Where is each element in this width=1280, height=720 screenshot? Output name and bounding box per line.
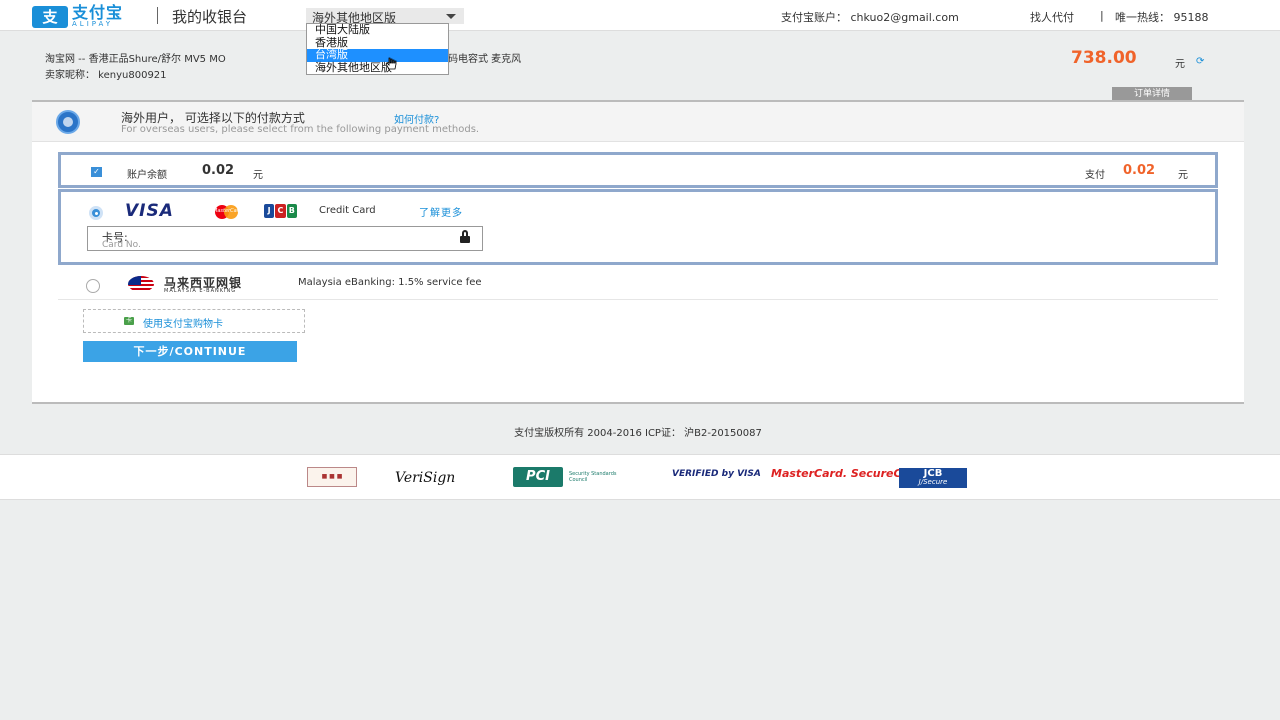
balance-label: 账户余额: [127, 170, 167, 181]
shopping-card-label: 使用支付宝购物卡: [143, 319, 223, 330]
mastercard-logo-text: MasterCard: [213, 208, 242, 214]
pay-amount: 0.02: [1123, 163, 1156, 178]
card-number-input[interactable]: 卡号: Card No.: [87, 226, 483, 251]
shopping-card-button[interactable]: 卡 使用支付宝购物卡: [83, 309, 305, 333]
security-badges: ■ ■ ■ VeriSign PCI Security Standards Co…: [0, 454, 1280, 500]
order-product-name-tail: 码电容式 麦克风: [448, 54, 522, 65]
account-info: 支付宝账户： chkuo2@gmail.com: [781, 11, 959, 24]
credit-card-label: Credit Card: [319, 205, 376, 216]
continue-button[interactable]: 下一步/CONTINUE: [83, 341, 297, 362]
payment-panel: 海外用户， 可选择以下的付款方式 如何付款? For overseas user…: [32, 100, 1244, 404]
page-title: 我的收银台: [172, 8, 248, 26]
credit-card-option[interactable]: VISA MasterCard J C B Credit Card 了解更多 卡…: [58, 189, 1218, 265]
order-detail-button[interactable]: 订单详情: [1112, 87, 1192, 101]
visa-logo: VISA: [125, 201, 174, 221]
balance-option[interactable]: ✓ 账户余额 0.02 元 支付 0.02 元: [58, 152, 1218, 188]
notice-text-en: For overseas users, please select from t…: [121, 124, 480, 135]
pay-unit: 元: [1178, 170, 1188, 181]
hotline: 唯一热线： 95188: [1115, 11, 1209, 24]
balance-checkbox[interactable]: ✓: [91, 167, 102, 177]
pci-badge[interactable]: PCI Security Standards Council: [513, 467, 631, 487]
license-badge-icon[interactable]: ■ ■ ■: [307, 467, 357, 487]
malaysia-ebanking-name-en: MALAYSIA E-BANKING: [164, 288, 237, 294]
pay-label: 支付: [1085, 170, 1105, 181]
malaysia-ebanking-option[interactable]: 马来西亚网银 MALAYSIA E-BANKING Malaysia eBank…: [58, 268, 1218, 300]
mastercard-logo: MasterCard: [209, 205, 251, 219]
copyright: 支付宝版权所有 2004-2016 ICP证： 沪B2-20150087: [514, 428, 762, 439]
order-amount: 738.00: [1071, 48, 1137, 68]
card-icon: 卡: [124, 317, 134, 325]
region-option-mainland[interactable]: 中国大陆版: [307, 23, 448, 37]
logo-cn-text: 支付宝: [72, 3, 124, 22]
malaysia-ebanking-radio[interactable]: [86, 279, 100, 293]
proxy-pay-link[interactable]: 找人代付: [1030, 9, 1074, 25]
order-product-name: 淘宝网 -- 香港正品Shure/舒尔 MV5 MO: [45, 54, 226, 65]
balance-unit: 元: [253, 170, 263, 181]
credit-card-radio[interactable]: [89, 206, 103, 220]
jcb-jsecure-badge[interactable]: JCB J/Secure: [899, 468, 967, 488]
globe-icon: [56, 110, 80, 134]
header-divider: [157, 7, 158, 24]
region-option-taiwan[interactable]: 台湾版: [307, 48, 448, 62]
lock-icon: [460, 230, 470, 243]
region-dropdown-list[interactable]: 中国大陆版 香港版 台湾版 海外其他地区版: [306, 23, 449, 75]
learn-more-link[interactable]: 了解更多: [419, 204, 463, 219]
verified-by-visa-badge[interactable]: VERIFIED by VISA: [672, 470, 761, 490]
malaysia-flag-icon: [128, 276, 154, 292]
alipay-logo-icon: 支: [32, 5, 68, 28]
card-number-label-en: Card No.: [102, 240, 141, 250]
region-option-overseas[interactable]: 海外其他地区版: [307, 61, 448, 75]
seller-nickname: 卖家昵称： kenyu800921: [45, 70, 167, 81]
jcb-logo: J C B: [264, 204, 298, 218]
balance-amount: 0.02: [202, 163, 235, 178]
top-header: 支 支付宝 ALIPAY 我的收银台 海外其他地区版 支付宝账户： chkuo2…: [0, 0, 1280, 31]
hand-cursor-icon: [385, 57, 397, 70]
logo-en-text: ALIPAY: [72, 20, 114, 28]
header-separator: |: [1100, 9, 1104, 22]
order-amount-unit: 元: [1175, 59, 1185, 70]
region-select[interactable]: 海外其他地区版: [306, 8, 464, 25]
overseas-notice: 海外用户， 可选择以下的付款方式 如何付款? For overseas user…: [32, 102, 1244, 142]
malaysia-ebanking-label: Malaysia eBanking: 1.5% service fee: [298, 277, 482, 288]
alipay-logo[interactable]: 支 支付宝 ALIPAY: [32, 5, 123, 28]
refresh-icon[interactable]: ⟳: [1196, 56, 1204, 67]
verisign-badge[interactable]: VeriSign: [395, 470, 455, 490]
chevron-down-icon: [446, 14, 456, 19]
